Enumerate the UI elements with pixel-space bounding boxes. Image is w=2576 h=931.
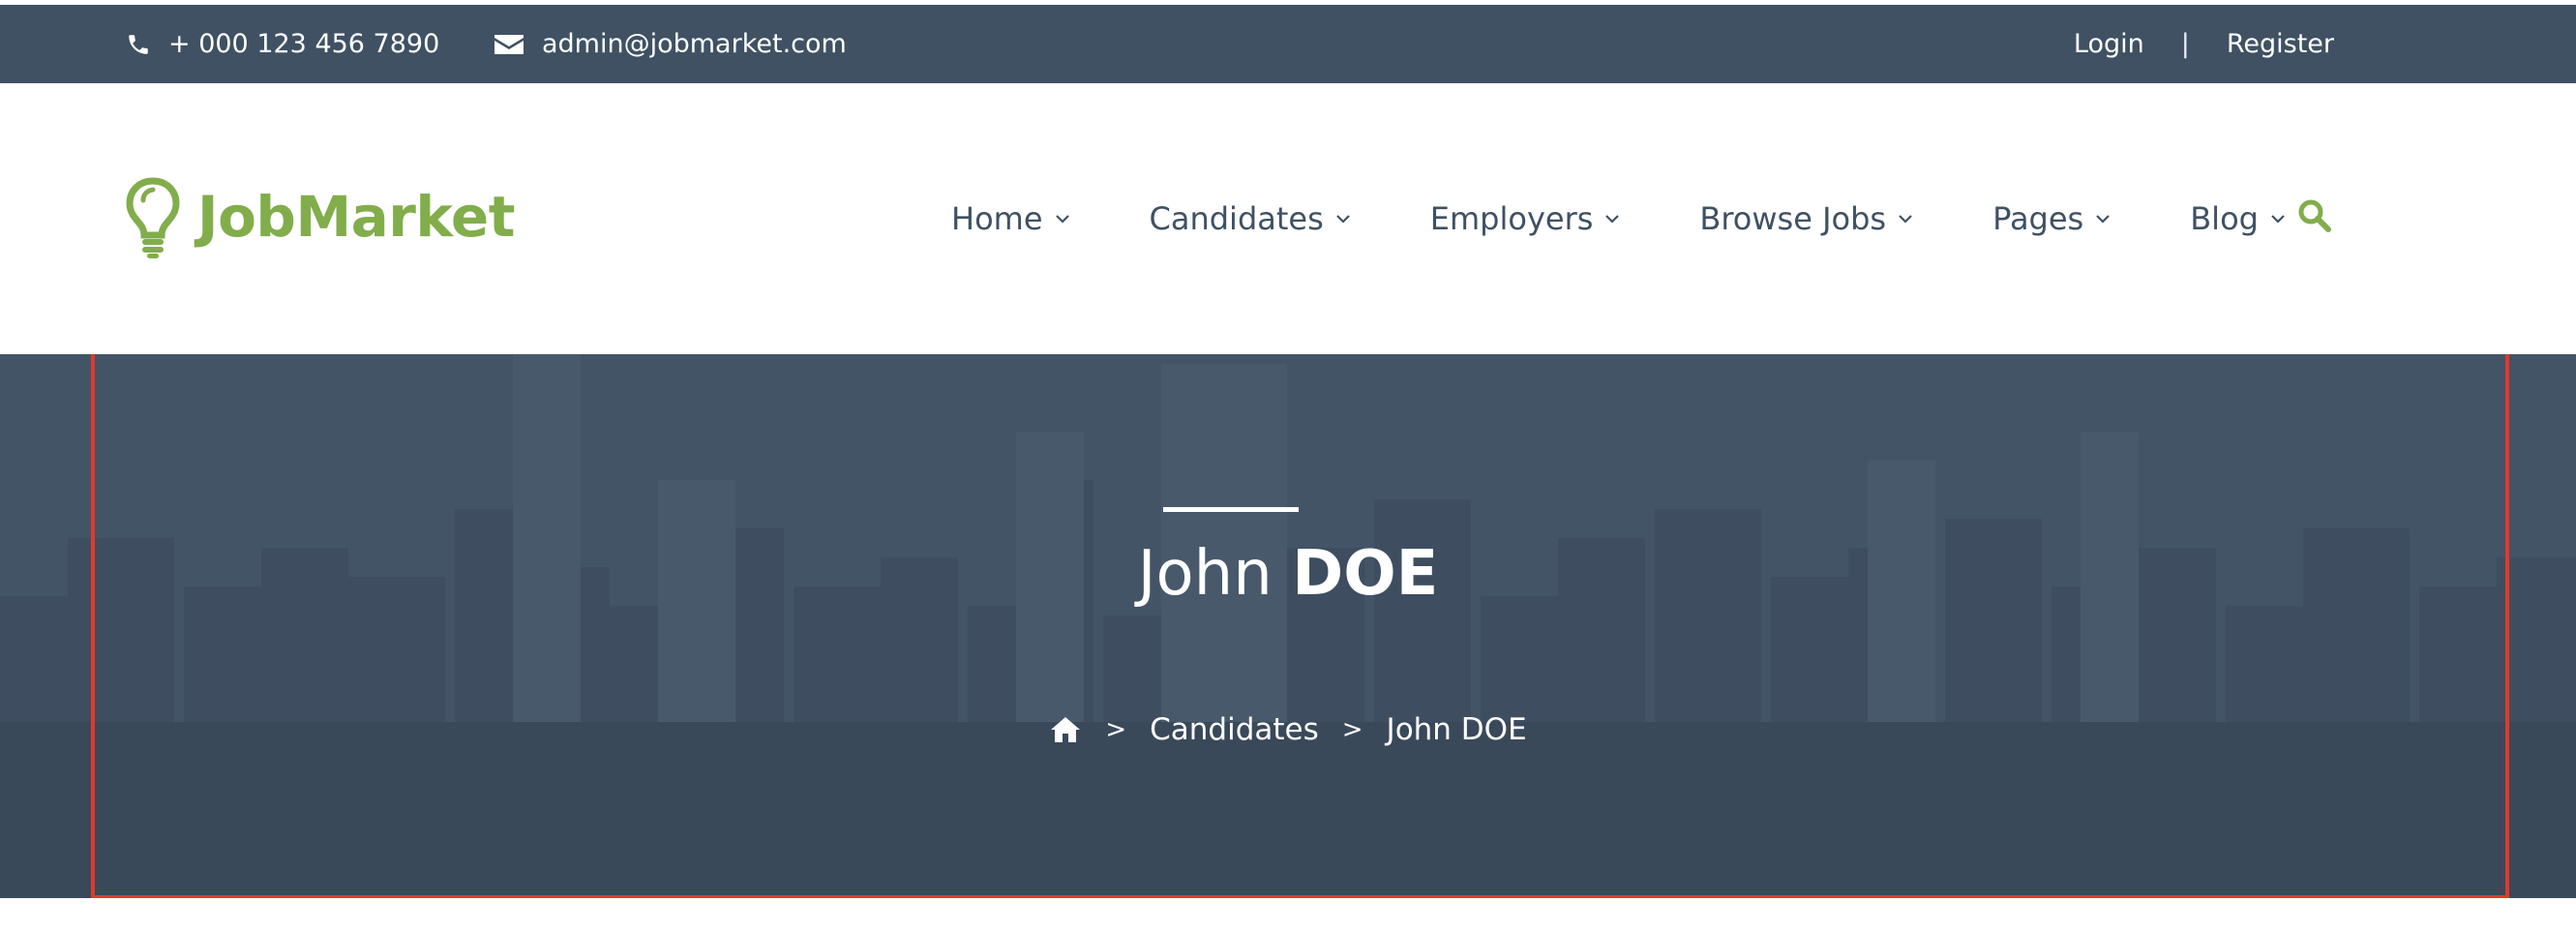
nav-item-label: Blog	[2190, 200, 2259, 237]
page-hero: John DOE > Candidates > John DOE	[0, 354, 2576, 898]
logo[interactable]: JobMarket	[124, 175, 515, 258]
site-header: JobMarket Home Candidates Employers Brow…	[0, 83, 2576, 354]
nav-item-label: Browse Jobs	[1699, 200, 1887, 237]
breadcrumb-current: John DOE	[1386, 712, 1527, 747]
search-button[interactable]	[2297, 198, 2332, 237]
nav-item-browse-jobs[interactable]: Browse Jobs	[1699, 200, 1913, 237]
search-icon	[2298, 199, 2331, 232]
chevron-down-icon	[1335, 215, 1350, 224]
chevron-down-icon	[1899, 215, 1912, 224]
highlight-frame	[91, 354, 2509, 898]
breadcrumb: > Candidates > John DOE	[0, 712, 2576, 747]
page-title-first: John	[1137, 538, 1273, 610]
title-divider	[1163, 507, 1299, 512]
register-link[interactable]: Register	[2227, 29, 2334, 59]
login-link[interactable]: Login	[2074, 29, 2144, 59]
nav-item-home[interactable]: Home	[951, 200, 1070, 237]
phone-number: + 000 123 456 7890	[168, 29, 440, 59]
home-icon	[1051, 717, 1081, 742]
chevron-down-icon	[1605, 215, 1620, 224]
nav-item-employers[interactable]: Employers	[1430, 200, 1621, 237]
breadcrumb-candidates[interactable]: Candidates	[1150, 712, 1319, 747]
nav-item-label: Pages	[1992, 200, 2084, 237]
nav-item-label: Employers	[1429, 200, 1594, 237]
envelope-icon	[494, 34, 524, 54]
nav-item-pages[interactable]: Pages	[1992, 200, 2111, 237]
top-bar: + 000 123 456 7890 admin@jobmarket.com L…	[0, 5, 2576, 83]
phone-contact: + 000 123 456 7890	[126, 5, 439, 83]
chevron-down-icon	[2271, 215, 2285, 224]
email-contact: admin@jobmarket.com	[494, 5, 847, 83]
chevron-down-icon	[2096, 215, 2110, 224]
lightbulb-icon	[126, 177, 180, 258]
main-nav: Home Candidates Employers Browse Jobs Pa…	[951, 83, 2286, 354]
page-title-last: DOE	[1292, 538, 1439, 610]
breadcrumb-home[interactable]	[1049, 715, 1082, 744]
nav-item-label: Home	[951, 200, 1043, 237]
brand-name: JobMarket	[197, 184, 515, 250]
email-link[interactable]: admin@jobmarket.com	[542, 29, 847, 59]
nav-item-blog[interactable]: Blog	[2190, 200, 2286, 237]
page-title: John DOE	[0, 538, 2576, 610]
chevron-down-icon	[1055, 215, 1069, 224]
breadcrumb-separator: >	[1341, 715, 1363, 744]
nav-item-candidates[interactable]: Candidates	[1150, 200, 1351, 237]
phone-icon	[129, 34, 148, 54]
breadcrumb-separator: >	[1105, 715, 1127, 744]
nav-item-label: Candidates	[1149, 200, 1324, 237]
auth-separator: |	[2180, 29, 2190, 59]
auth-links: Login | Register	[2074, 5, 2334, 83]
